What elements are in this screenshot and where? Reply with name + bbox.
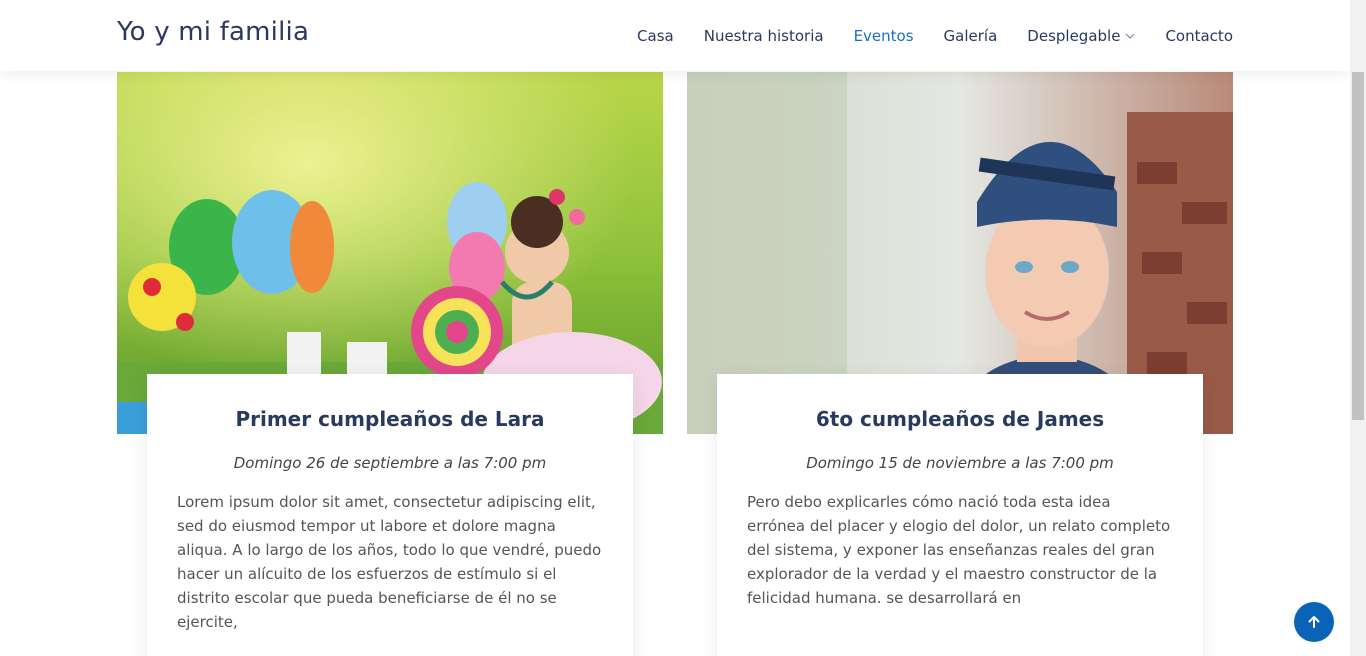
back-to-top-button[interactable]	[1294, 602, 1334, 642]
event-date: Domingo 15 de noviembre a las 7:00 pm	[806, 454, 1114, 472]
nav-item-nuestra-historia[interactable]: Nuestra historia	[704, 27, 824, 45]
event-description: Lorem ipsum dolor sit amet, consectetur …	[177, 493, 602, 631]
main-nav: Casa Nuestra historia Eventos Galería De…	[637, 0, 1233, 71]
event-card-james: 6to cumpleaños de James Domingo 15 de no…	[717, 374, 1203, 656]
event-description: Pero debo explicarles cómo nació toda es…	[747, 493, 1171, 607]
nav-item-galeria[interactable]: Galería	[944, 27, 998, 45]
event-card-lara: Primer cumpleaños de Lara Domingo 26 de …	[147, 374, 633, 656]
nav-item-desplegable-label: Desplegable	[1027, 26, 1121, 45]
site-logo[interactable]: Yo y mi familia	[117, 17, 309, 47]
scrollbar-thumb[interactable]	[1352, 72, 1364, 420]
event-title[interactable]: 6to cumpleaños de James	[747, 407, 1173, 431]
nav-item-eventos[interactable]: Eventos	[854, 27, 914, 45]
chevron-down-icon	[1126, 33, 1135, 39]
site-header: Yo y mi familia Casa Nuestra historia Ev…	[0, 0, 1350, 71]
page: Yo y mi familia Casa Nuestra historia Ev…	[0, 0, 1350, 656]
event-title[interactable]: Primer cumpleaños de Lara	[177, 407, 603, 431]
nav-item-desplegable[interactable]: Desplegable	[1027, 27, 1135, 45]
nav-item-casa[interactable]: Casa	[637, 27, 674, 45]
event-date: Domingo 26 de septiembre a las 7:00 pm	[233, 454, 547, 472]
nav-item-contacto[interactable]: Contacto	[1165, 27, 1233, 45]
arrow-up-icon	[1308, 616, 1320, 628]
page-scrollbar[interactable]	[1350, 0, 1366, 656]
